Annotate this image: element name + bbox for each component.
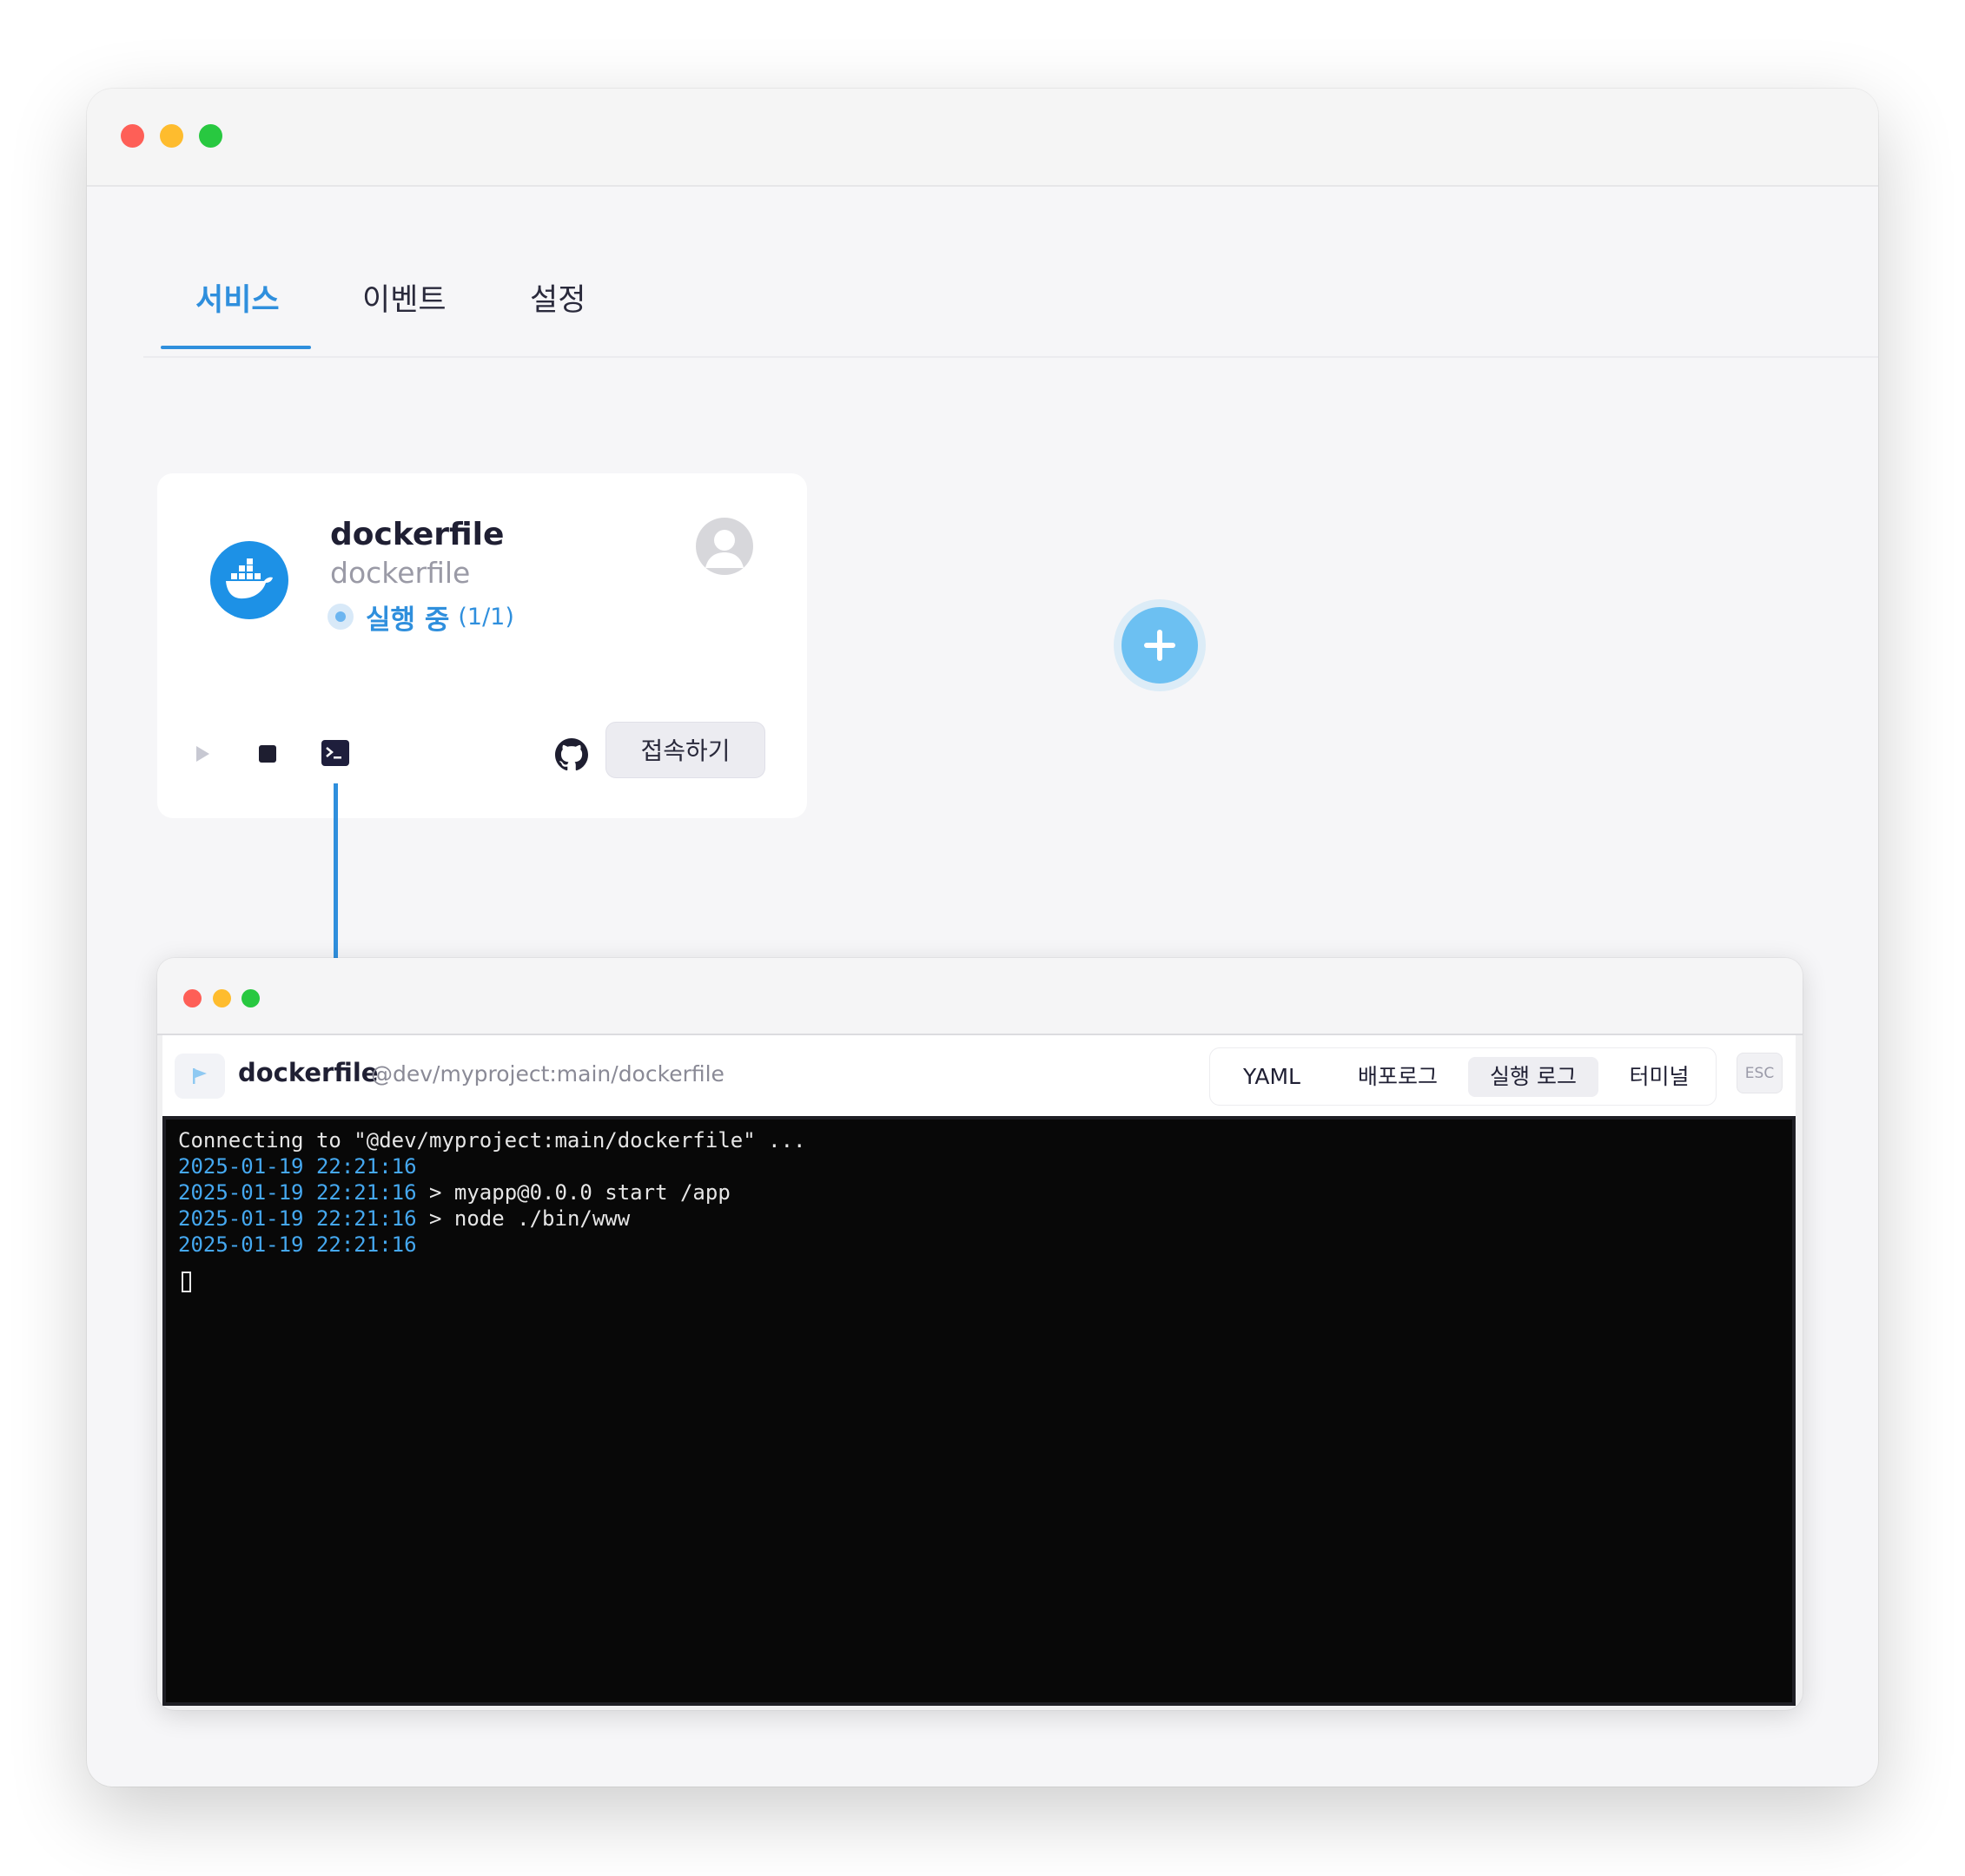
deploy-icon: [175, 1054, 225, 1099]
log-line: 2025-01-19 22:21:16: [178, 1232, 417, 1257]
plus-icon: [1144, 630, 1175, 661]
panel-tabs: YAML 배포로그 실행 로그 터미널: [1209, 1047, 1717, 1106]
tab-settings[interactable]: 설정: [530, 274, 586, 327]
log-window: dockerfile @dev/myproject:main/dockerfil…: [157, 958, 1803, 1710]
status-label: 실행 중: [366, 604, 450, 636]
panel-service-name: dockerfile: [238, 1058, 379, 1087]
connect-button[interactable]: 접속하기: [605, 722, 765, 778]
service-subtitle: dockerfile: [330, 556, 471, 590]
log-line: 2025-01-19 22:21:16: [178, 1154, 417, 1179]
close-window-button[interactable]: [121, 124, 144, 148]
terminal-cursor: [182, 1272, 191, 1292]
panel-header: dockerfile @dev/myproject:main/dockerfil…: [162, 1035, 1796, 1116]
status-count: (1/1): [458, 603, 514, 631]
minimize-log-window-button[interactable]: [213, 989, 231, 1007]
tabs-divider: [143, 356, 1878, 358]
log-line: Connecting to "@dev/myproject:main/docke…: [178, 1128, 806, 1153]
active-tab-indicator: [161, 346, 311, 349]
window-titlebar: [87, 89, 1878, 187]
esc-button[interactable]: ESC: [1737, 1053, 1783, 1093]
play-icon[interactable]: [192, 743, 213, 764]
tab-run-log[interactable]: 실행 로그: [1468, 1057, 1598, 1097]
github-icon[interactable]: [555, 738, 588, 771]
close-log-window-button[interactable]: [183, 989, 202, 1007]
tab-events[interactable]: 이벤트: [362, 274, 447, 327]
avatar[interactable]: [696, 518, 753, 575]
log-line: 2025-01-19 22:21:16 > node ./bin/www: [178, 1206, 631, 1231]
tab-yaml[interactable]: YAML: [1226, 1057, 1318, 1097]
log-window-titlebar: [157, 958, 1803, 1035]
status-badge: 실행 중 (1/1): [328, 598, 514, 636]
minimize-window-button[interactable]: [160, 124, 183, 148]
docker-icon: [210, 541, 288, 619]
panel-service-path: @dev/myproject:main/dockerfile: [371, 1061, 724, 1087]
log-terminal[interactable]: Connecting to "@dev/myproject:main/docke…: [162, 1116, 1796, 1706]
maximize-window-button[interactable]: [199, 124, 222, 148]
maximize-log-window-button[interactable]: [241, 989, 260, 1007]
app-window: 서비스 이벤트 설정 dockerfile dockerfile 실행 중 (1…: [87, 89, 1878, 1787]
add-service-button[interactable]: [1121, 607, 1198, 684]
log-line: 2025-01-19 22:21:16 > myapp@0.0.0 start …: [178, 1180, 731, 1205]
tab-terminal[interactable]: 터미널: [1610, 1057, 1709, 1097]
stop-icon[interactable]: [259, 745, 276, 763]
tab-deploy-log[interactable]: 배포로그: [1340, 1057, 1455, 1097]
status-dot-icon: [328, 604, 354, 630]
terminal-icon[interactable]: [321, 740, 349, 766]
tab-services[interactable]: 서비스: [195, 274, 280, 327]
service-name: dockerfile: [330, 517, 505, 552]
